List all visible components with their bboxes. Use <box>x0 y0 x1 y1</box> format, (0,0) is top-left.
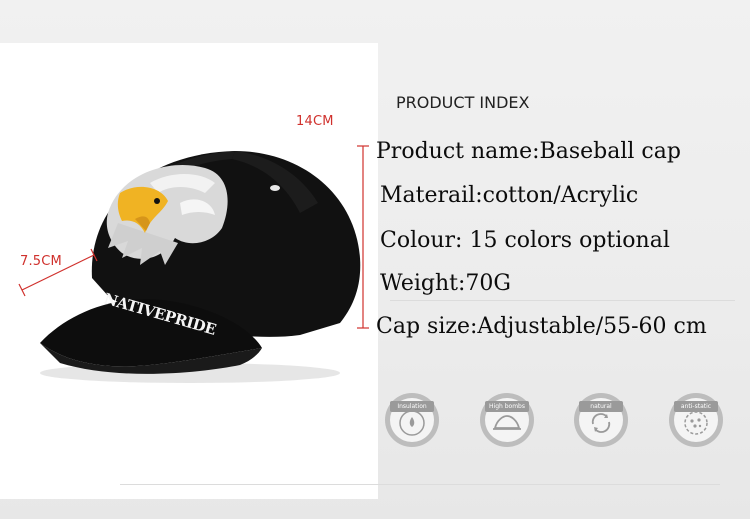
spec-material: Materail:cotton/Acrylic <box>380 183 639 208</box>
spec-product-name: Product name:Baseball cap <box>376 139 681 164</box>
feature-high-bombs: High bombs <box>479 392 535 448</box>
height-dimension-label: 14CM <box>296 114 334 129</box>
divider <box>390 300 735 301</box>
product-detail-page: { "dimensions": { "height": "14CM", "bri… <box>0 0 750 519</box>
spec-colour: Colour: 15 colors optional <box>380 228 670 253</box>
height-dimension-marker <box>357 145 369 329</box>
feature-anti-static: anti-static <box>668 392 724 448</box>
feature-label: natural <box>579 401 623 412</box>
feature-insulation: Insulation <box>384 392 440 448</box>
baseball-cap-image: NATIVEPRIDE <box>18 145 369 383</box>
feature-label: Insulation <box>390 401 434 412</box>
spec-cap-size: Cap size:Adjustable/55-60 cm <box>376 314 707 339</box>
spec-weight: Weight:70G <box>380 271 511 296</box>
feature-natural: natural <box>573 392 629 448</box>
product-index-title: PRODUCT INDEX <box>396 93 530 112</box>
brim-dimension-label: 7.5CM <box>20 254 62 269</box>
divider <box>120 484 720 485</box>
feature-label: anti-static <box>674 401 718 412</box>
feature-label: High bombs <box>485 401 529 412</box>
